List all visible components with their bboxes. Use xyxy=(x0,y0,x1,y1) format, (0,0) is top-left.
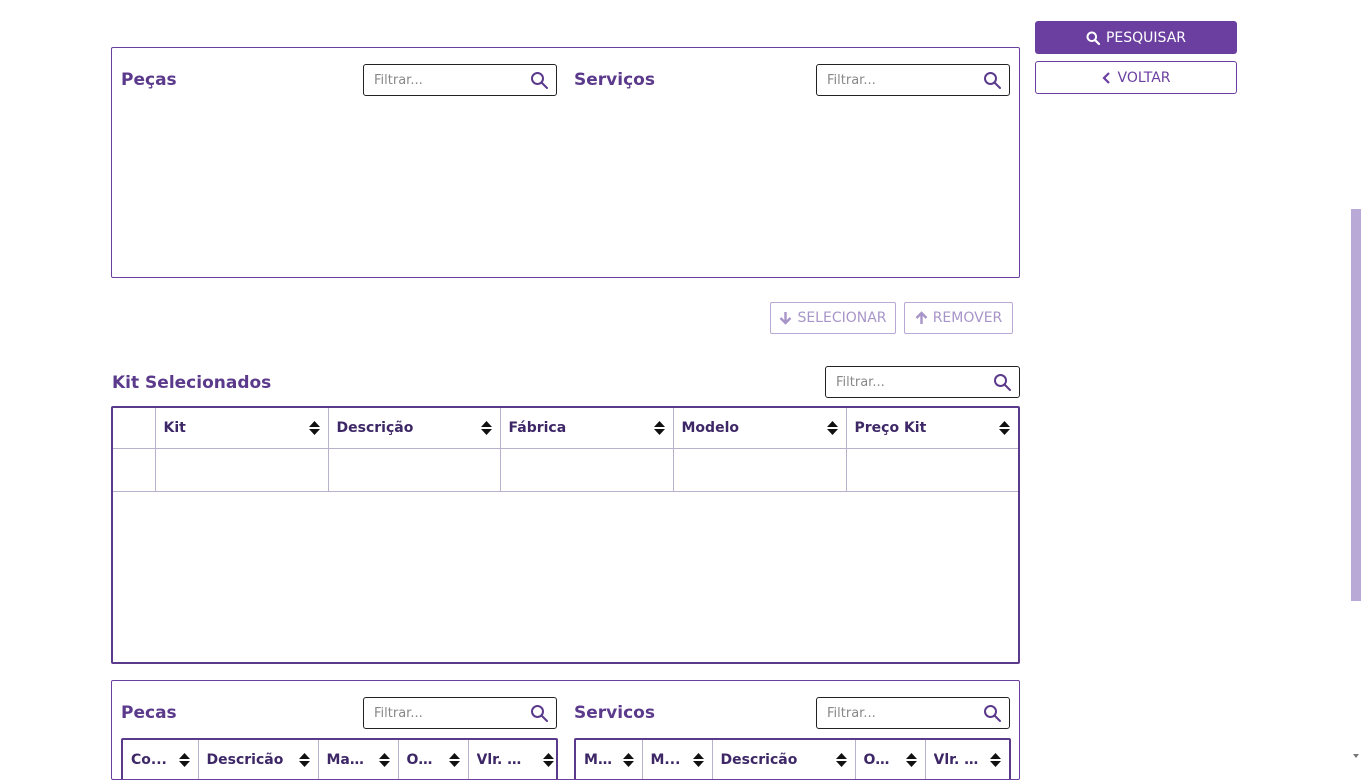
sort-icon[interactable] xyxy=(448,753,460,767)
bottom-pecas-table: Co... Descricão Mar... Ot... Vlr. Uni... xyxy=(121,738,558,779)
table-cell xyxy=(113,448,156,492)
sort-icon[interactable] xyxy=(653,421,665,435)
bottom-servicos-filter-box xyxy=(816,697,1010,729)
sort-icon[interactable] xyxy=(905,753,917,767)
kit-title: Kit Selecionados xyxy=(112,373,272,393)
arrow-down-icon xyxy=(780,312,792,325)
search-icon xyxy=(1086,31,1100,45)
table-cell xyxy=(673,448,847,492)
servicos-col-valor[interactable]: Vlr. ... xyxy=(925,740,1009,779)
servicos-filter-box xyxy=(816,64,1010,96)
back-button-label: VOLTAR xyxy=(1117,69,1171,86)
bottom-servicos-table: M... M... Descricão Ot... Vlr. ... xyxy=(574,738,1011,779)
pecas-col-qtd[interactable]: Ot... xyxy=(398,740,469,779)
sort-icon[interactable] xyxy=(692,753,704,767)
select-button[interactable]: SELECIONAR xyxy=(770,302,896,334)
kit-col-fabrica[interactable]: Fábrica xyxy=(500,408,674,449)
sort-icon[interactable] xyxy=(622,753,634,767)
kit-table: Kit Descrição Fábrica Modelo Preço Kit xyxy=(111,406,1020,664)
sort-icon[interactable] xyxy=(298,753,310,767)
bottom-pecas-filter-box xyxy=(363,697,557,729)
remove-button-label: REMOVER xyxy=(932,310,1003,326)
search-icon[interactable] xyxy=(530,704,548,722)
table-cell xyxy=(155,448,329,492)
scroll-down-icon[interactable] xyxy=(1351,752,1361,760)
search-icon[interactable] xyxy=(983,71,1001,89)
bottom-pecas-filter-input[interactable] xyxy=(372,704,530,722)
select-button-label: SELECIONAR xyxy=(797,310,887,326)
pecas-filter-box xyxy=(363,64,557,96)
kit-col-kit[interactable]: Kit xyxy=(155,408,329,449)
bottom-pecas-title: Pecas xyxy=(121,703,177,723)
sort-icon[interactable] xyxy=(543,753,554,767)
sort-icon[interactable] xyxy=(999,421,1010,435)
remove-button[interactable]: REMOVER xyxy=(904,302,1013,334)
search-icon[interactable] xyxy=(530,71,548,89)
kit-col-preco[interactable]: Preço Kit xyxy=(846,408,1018,449)
servicos-filter-input[interactable] xyxy=(825,71,983,89)
pecas-col-valor[interactable]: Vlr. Uni... xyxy=(468,740,556,779)
sort-icon[interactable] xyxy=(178,753,190,767)
sort-icon[interactable] xyxy=(835,753,847,767)
kit-col-modelo[interactable]: Modelo xyxy=(673,408,847,449)
top-selection-panel: Peças Serviços xyxy=(111,47,1020,278)
pecas-col-descricao[interactable]: Descricão xyxy=(198,740,319,779)
kit-filter-box xyxy=(825,366,1020,398)
table-row[interactable] xyxy=(113,448,1018,492)
pecas-filter-input[interactable] xyxy=(372,71,530,89)
arrow-up-icon xyxy=(915,311,928,324)
kit-filter-input[interactable] xyxy=(834,373,993,391)
bottom-servicos-filter-input[interactable] xyxy=(825,704,983,722)
pecas-col-codigo[interactable]: Co... xyxy=(123,740,199,779)
page-scrollbar-thumb[interactable] xyxy=(1351,209,1361,601)
sort-icon[interactable] xyxy=(378,753,390,767)
back-button[interactable]: VOLTAR xyxy=(1035,61,1237,94)
search-icon[interactable] xyxy=(993,373,1011,391)
search-icon[interactable] xyxy=(983,704,1001,722)
kit-col-select[interactable] xyxy=(113,408,156,449)
sort-icon[interactable] xyxy=(308,421,320,435)
bottom-selected-panel: Pecas Servicos Co... Descricão Mar... Ot… xyxy=(111,680,1020,780)
table-cell xyxy=(328,448,501,492)
servicos-col-qtd[interactable]: Ot... xyxy=(855,740,926,779)
search-button-label: PESQUISAR xyxy=(1105,29,1187,46)
servicos-col-2[interactable]: M... xyxy=(642,740,713,779)
sort-icon[interactable] xyxy=(480,421,492,435)
servicos-title: Serviços xyxy=(574,70,655,90)
table-cell xyxy=(846,448,1018,492)
sort-icon[interactable] xyxy=(826,421,838,435)
pecas-title: Peças xyxy=(121,70,177,90)
pecas-col-marca[interactable]: Mar... xyxy=(318,740,399,779)
servicos-col-descricao[interactable]: Descricão xyxy=(712,740,856,779)
bottom-servicos-title: Servicos xyxy=(574,703,655,723)
sort-icon[interactable] xyxy=(990,753,1001,767)
chevron-left-icon xyxy=(1101,71,1110,84)
servicos-col-1[interactable]: M... xyxy=(576,740,643,779)
kit-col-descricao[interactable]: Descrição xyxy=(328,408,501,449)
search-button[interactable]: PESQUISAR xyxy=(1035,21,1237,54)
table-cell xyxy=(500,448,674,492)
